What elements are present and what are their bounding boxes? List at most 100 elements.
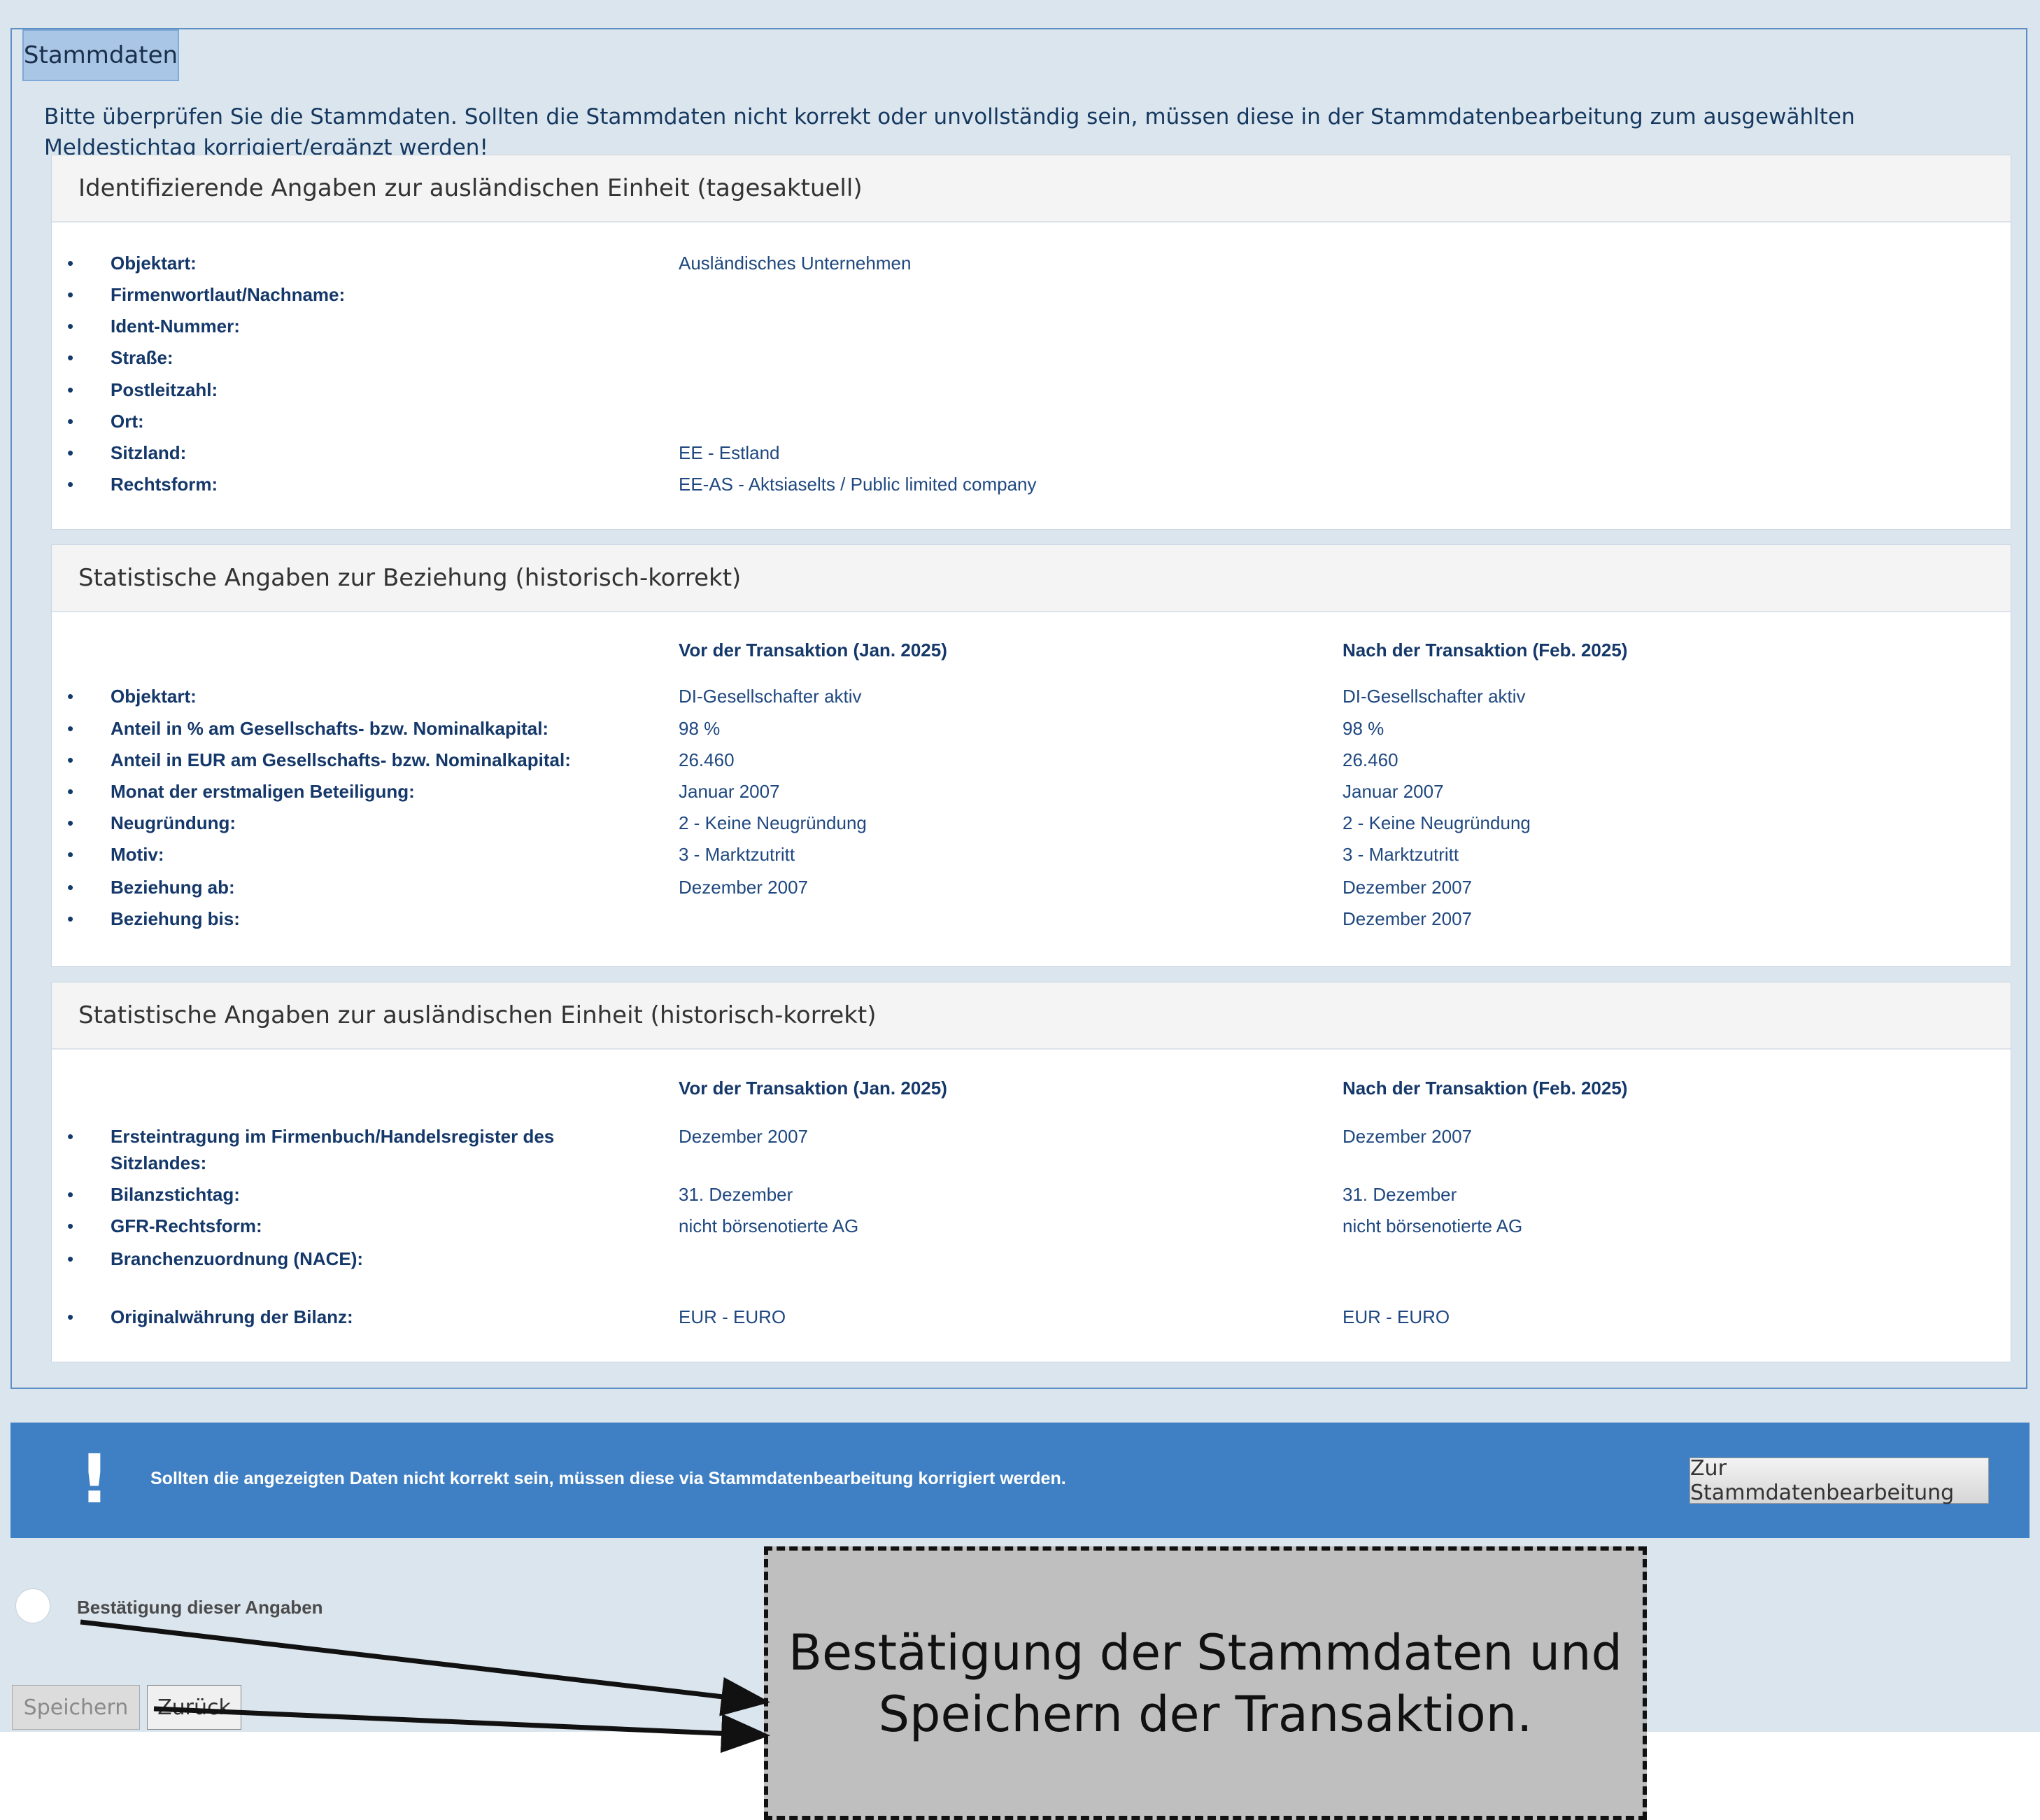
zur-stammdatenbearbeitung-button[interactable]: Zur Stammdatenbearbeitung <box>1690 1456 1989 1505</box>
list-item: • Beziehung ab: Dezember 2007 Dezember 2… <box>52 873 2011 901</box>
column-header-row: Vor der Transaktion (Jan. 2025) Nach der… <box>52 1074 2011 1102</box>
list-item: • Branchenzuordnung (NACE): <box>52 1245 2011 1273</box>
column-header-before: Vor der Transaktion (Jan. 2025) <box>679 1078 947 1099</box>
field-label: Rechtsform: <box>111 474 218 495</box>
field-label: Objektart: <box>111 686 197 707</box>
info-text: Sollten die angezeigten Daten nicht korr… <box>150 1469 1066 1488</box>
save-button[interactable]: Speichern <box>12 1685 140 1730</box>
field-label: Beziehung ab: <box>111 877 235 898</box>
list-item: • Beziehung bis: Dezember 2007 <box>52 905 2011 933</box>
list-item: • Objektart: Ausländisches Unternehmen <box>52 249 2011 277</box>
list-item-continuation: Sitzlandes: <box>52 1149 2011 1177</box>
confirmation-label[interactable]: Bestätigung dieser Angaben <box>77 1597 323 1618</box>
value-before: Januar 2007 <box>679 781 780 802</box>
bullet: • <box>67 347 74 368</box>
value-after: 3 - Marktzutritt <box>1343 844 1459 865</box>
field-label: Anteil in % am Gesellschafts- bzw. Nomin… <box>111 718 549 739</box>
fieldset-legend: Stammdaten <box>22 29 179 81</box>
confirmation-radio[interactable] <box>15 1588 50 1623</box>
value-after: 98 % <box>1343 718 1384 739</box>
value-before: Dezember 2007 <box>679 877 808 898</box>
value-after: DI-Gesellschafter aktiv <box>1343 686 1526 707</box>
field-label: Firmenwortlaut/Nachname: <box>111 284 346 305</box>
value-before: 26.460 <box>679 749 735 770</box>
field-label: Ident-Nummer: <box>111 316 240 337</box>
field-label: Motiv: <box>111 844 164 865</box>
value-after: EUR - EURO <box>1343 1306 1450 1327</box>
value-after: Dezember 2007 <box>1343 908 1472 929</box>
bullet: • <box>67 284 74 305</box>
value-before: Dezember 2007 <box>679 1126 808 1147</box>
annotation-line-2: Speichern der Transaktion. <box>878 1685 1533 1743</box>
list-item: • Originalwährung der Bilanz: EUR - EURO… <box>52 1303 2011 1331</box>
field-label: Neugründung: <box>111 812 236 833</box>
field-label: Branchenzuordnung (NACE): <box>111 1248 364 1269</box>
intro-text: Bitte überprüfen Sie die Stammdaten. Sol… <box>44 104 1855 160</box>
list-item: • Straße: <box>52 344 2011 372</box>
bullet: • <box>67 1184 74 1205</box>
field-label: Anteil in EUR am Gesellschafts- bzw. Nom… <box>111 749 571 770</box>
bullet: • <box>67 379 74 400</box>
bullet: • <box>67 781 74 802</box>
field-label: GFR-Rechtsform: <box>111 1215 262 1236</box>
list-item: • Bilanzstichtag: 31. Dezember 31. Dezem… <box>52 1180 2011 1208</box>
panel-auslaendische-einheit: Statistische Angaben zur ausländischen E… <box>51 982 2011 1362</box>
field-label: Sitzland: <box>111 442 187 463</box>
back-button[interactable]: Zurück <box>147 1685 241 1730</box>
value-before: EUR - EURO <box>679 1306 786 1327</box>
value-after: Dezember 2007 <box>1343 877 1472 898</box>
list-item: • Motiv: 3 - Marktzutritt 3 - Marktzutri… <box>52 840 2011 868</box>
field-label: Ersteintragung im Firmenbuch/Handelsregi… <box>111 1126 555 1147</box>
field-value: EE-AS - Aktsiaselts / Public limited com… <box>679 474 1037 495</box>
bullet: • <box>67 1306 74 1327</box>
list-item: • Sitzland: EE - Estland <box>52 439 2011 467</box>
list-item: • Monat der erstmaligen Beteiligung: Jan… <box>52 777 2011 805</box>
field-value: EE - Estland <box>679 442 780 463</box>
value-before: 31. Dezember <box>679 1184 793 1205</box>
bullet: • <box>67 686 74 707</box>
panel-title: Identifizierende Angaben zur ausländisch… <box>52 155 2011 223</box>
value-after: 26.460 <box>1343 749 1398 770</box>
column-header-before: Vor der Transaktion (Jan. 2025) <box>679 640 947 661</box>
bullet: • <box>67 908 74 929</box>
panel-identifizierende-angaben: Identifizierende Angaben zur ausländisch… <box>51 155 2011 530</box>
bullet: • <box>67 316 74 337</box>
list-item: • Ersteintragung im Firmenbuch/Handelsre… <box>52 1122 2011 1150</box>
bullet: • <box>67 1248 74 1269</box>
bullet: • <box>67 749 74 770</box>
field-value: Ausländisches Unternehmen <box>679 253 912 274</box>
list-item: • Anteil in EUR am Gesellschafts- bzw. N… <box>52 746 2011 774</box>
list-item: • Rechtsform: EE-AS - Aktsiaselts / Publ… <box>52 470 2011 498</box>
column-header-after: Nach der Transaktion (Feb. 2025) <box>1343 1078 1628 1099</box>
list-item: • Ident-Nummer: <box>52 312 2011 340</box>
field-label: Postleitzahl: <box>111 379 218 400</box>
value-after: Januar 2007 <box>1343 781 1444 802</box>
field-label: Objektart: <box>111 253 197 274</box>
stammdaten-fieldset: Stammdaten Bitte überprüfen Sie die Stam… <box>10 28 2027 1389</box>
panel-title: Statistische Angaben zur ausländischen E… <box>52 982 2011 1050</box>
bullet: • <box>67 442 74 463</box>
list-item: • Objektart: DI-Gesellschafter aktiv DI-… <box>52 682 2011 710</box>
bullet: • <box>67 1126 74 1147</box>
annotation-line-1: Bestätigung der Stammdaten und <box>788 1623 1622 1681</box>
bullet: • <box>67 253 74 274</box>
field-label: Sitzlandes: <box>111 1152 207 1173</box>
value-before: DI-Gesellschafter aktiv <box>679 686 862 707</box>
field-label: Ort: <box>111 411 144 432</box>
value-before: nicht börsenotierte AG <box>679 1215 859 1236</box>
bullet: • <box>67 474 74 495</box>
bullet: • <box>67 411 74 432</box>
bullet: • <box>67 812 74 833</box>
field-label: Straße: <box>111 347 173 368</box>
value-before: 98 % <box>679 718 721 739</box>
field-label: Bilanzstichtag: <box>111 1184 240 1205</box>
list-item: • Postleitzahl: <box>52 376 2011 404</box>
value-after: nicht börsenotierte AG <box>1343 1215 1523 1236</box>
annotation-callout: Bestätigung der Stammdaten und Speichern… <box>764 1546 1647 1820</box>
value-after: 31. Dezember <box>1343 1184 1457 1205</box>
info-bar: ! Sollten die angezeigten Daten nicht ko… <box>10 1423 2030 1538</box>
field-label: Originalwährung der Bilanz: <box>111 1306 353 1327</box>
exclamation-icon: ! <box>79 1440 110 1518</box>
list-item: • Neugründung: 2 - Keine Neugründung 2 -… <box>52 809 2011 837</box>
bullet: • <box>67 718 74 739</box>
